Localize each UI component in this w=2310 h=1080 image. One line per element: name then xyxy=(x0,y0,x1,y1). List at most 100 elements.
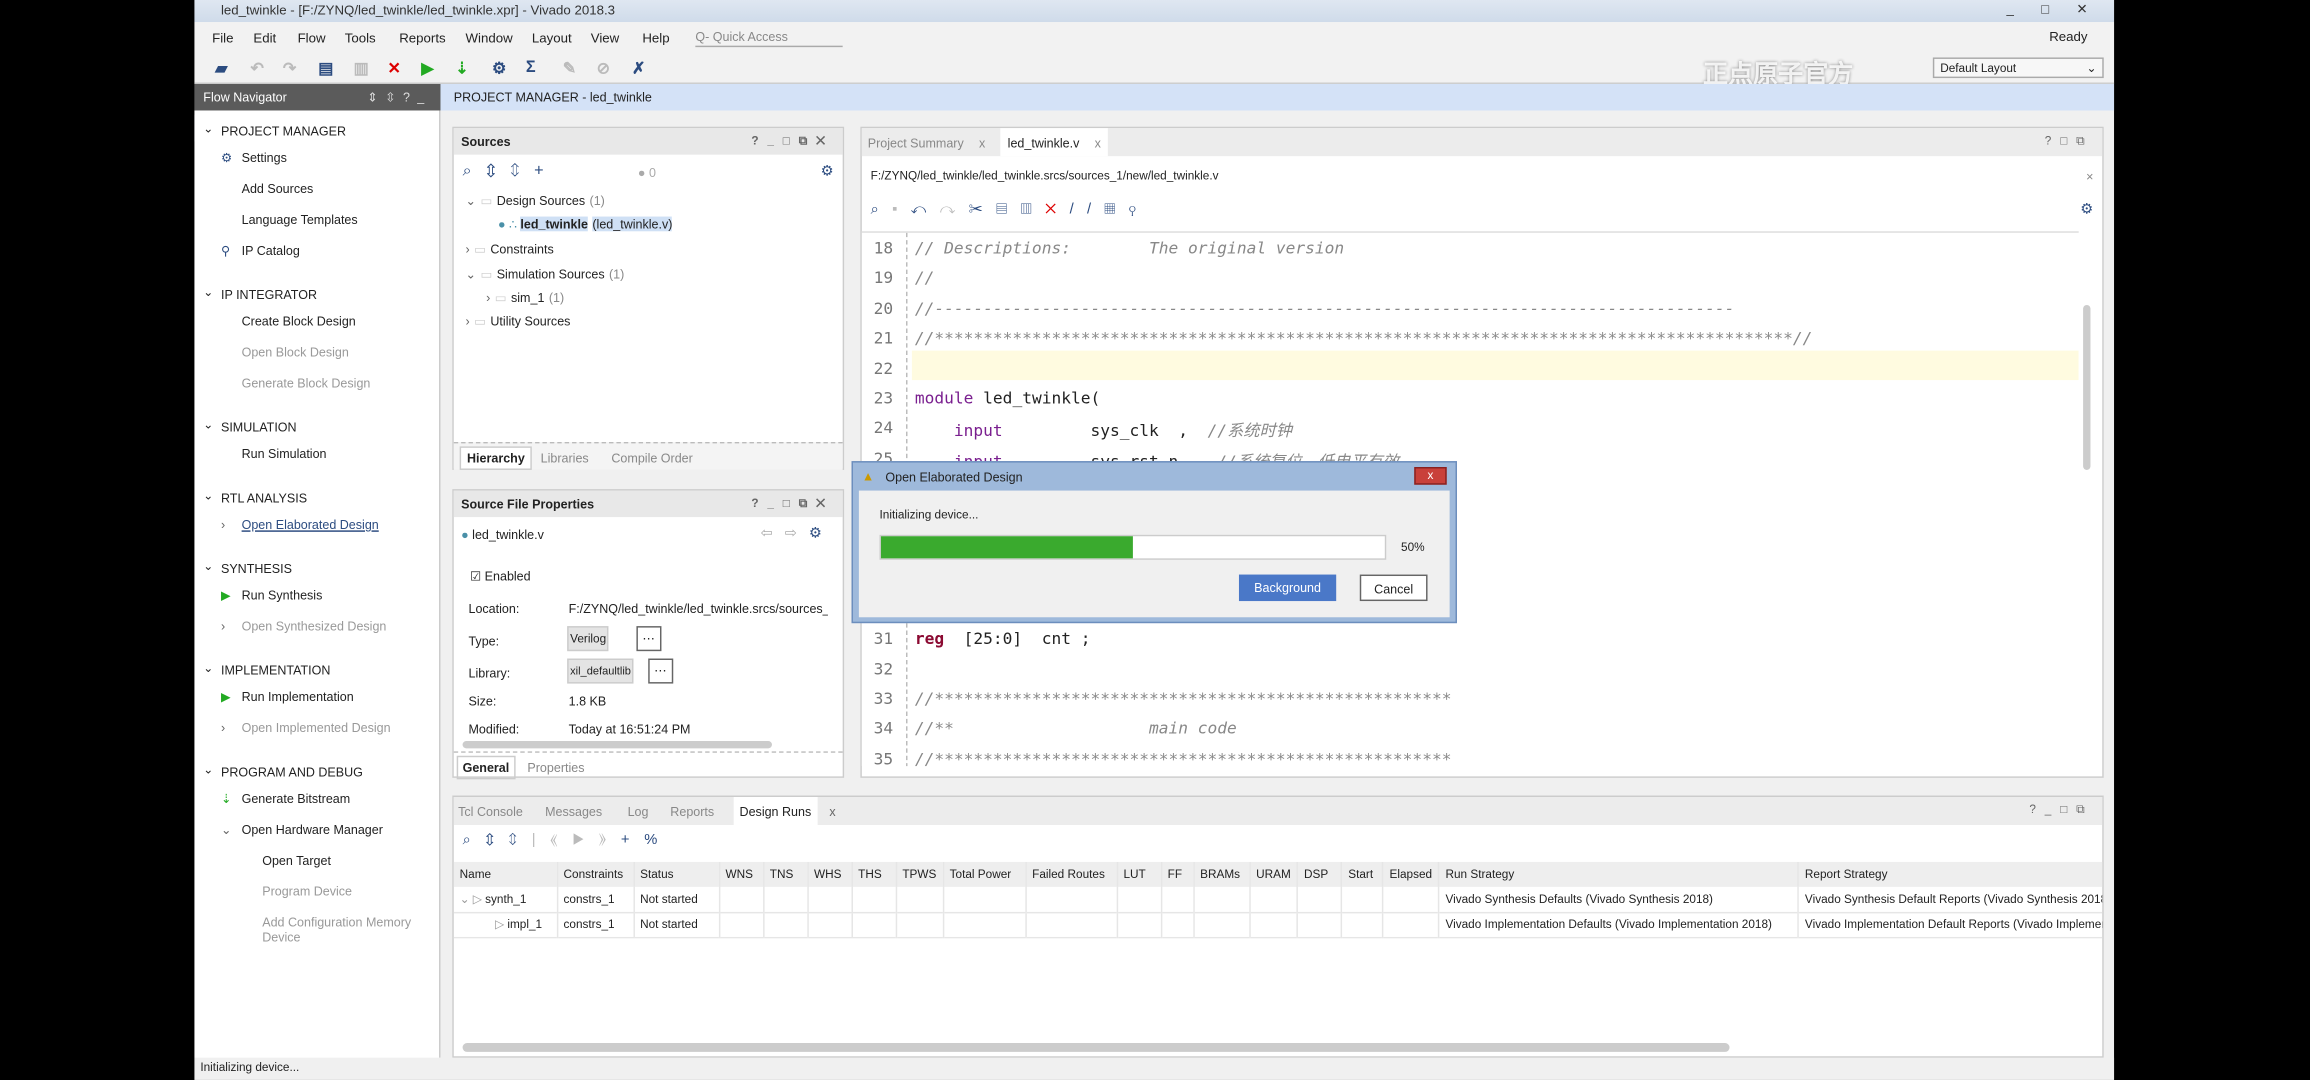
nav-item-generate-block-design[interactable]: Generate Block Design xyxy=(242,376,371,391)
library-more-button[interactable]: ⋯ xyxy=(648,658,673,684)
panel-controls[interactable]: ?_□⧉✕ xyxy=(751,134,833,149)
column-header[interactable]: Status xyxy=(633,861,720,887)
close-icon[interactable]: x xyxy=(1095,136,1101,151)
column-header[interactable]: Name xyxy=(453,861,558,887)
menu-help[interactable]: Help xyxy=(642,31,669,46)
copy-icon[interactable]: ▤ xyxy=(318,59,333,78)
menu-view[interactable]: View xyxy=(591,31,620,46)
nav-item-language-templates[interactable]: Language Templates xyxy=(242,212,358,227)
horizontal-scrollbar[interactable] xyxy=(462,741,772,749)
nav-item-open-hardware-manager[interactable]: Open Hardware Manager xyxy=(242,822,383,837)
table-row[interactable]: ▷ impl_1 constrs_1 Not started Vivado Imple… xyxy=(453,911,2103,937)
section-project-manager[interactable]: PROJECT MANAGER xyxy=(221,124,346,139)
column-header[interactable]: URAM xyxy=(1249,861,1299,887)
nav-item-run-simulation[interactable]: Run Simulation xyxy=(242,446,327,461)
tab-hierarchy[interactable]: Hierarchy xyxy=(459,446,533,470)
section-implementation[interactable]: IMPLEMENTATION xyxy=(221,663,330,678)
run-icon[interactable]: ▶ xyxy=(421,59,433,78)
chevron-down-icon[interactable]: ⌄ xyxy=(466,267,476,282)
sources-toolbar[interactable]: ⌕⇳⇕+ xyxy=(463,162,559,181)
tab-general[interactable]: General xyxy=(456,755,516,780)
background-button[interactable]: Background xyxy=(1238,574,1337,602)
open-project-icon[interactable]: ▰ xyxy=(215,59,227,78)
chevron-right-icon[interactable]: › xyxy=(466,242,470,257)
column-header[interactable]: THS xyxy=(851,861,897,887)
panel-controls[interactable]: ?_□⧉✕ xyxy=(751,496,833,511)
paste-icon[interactable]: ▥ xyxy=(354,59,369,78)
tool-icon[interactable]: ✎ xyxy=(563,59,577,78)
tree-item-led_twinkle[interactable]: ● ∴ led_twinkle (led_twinkle.v) xyxy=(498,216,673,233)
nav-item-open-target[interactable]: Open Target xyxy=(262,853,331,868)
section-program-and-debug[interactable]: PROGRAM AND DEBUG xyxy=(221,765,363,780)
bitstream-icon[interactable]: ⇣ xyxy=(455,59,469,78)
undo-icon[interactable]: ↶ xyxy=(250,59,264,78)
runs-toolbar[interactable]: ⌕⇳⇕|⟪▶⟫+% xyxy=(463,832,672,848)
tab-libraries[interactable]: Libraries xyxy=(541,451,589,466)
editor-toolbar[interactable]: ⌕▪↶↷✂▤▥✕//▦⚲ xyxy=(871,202,1150,218)
tab-led-twinkle-v[interactable]: led_twinkle.v x xyxy=(1000,128,1109,157)
gear-icon[interactable]: ⚙ xyxy=(821,164,834,180)
delete-icon[interactable]: ✕ xyxy=(387,59,401,78)
nav-item-open-block-design[interactable]: Open Block Design xyxy=(242,345,349,360)
column-header[interactable]: WNS xyxy=(718,861,764,887)
nav-item-open-implemented-design[interactable]: Open Implemented Design xyxy=(242,720,391,735)
tree-item-utility-sources[interactable]: › ▭ Utility Sources xyxy=(466,314,575,330)
column-header[interactable]: LUT xyxy=(1116,861,1162,887)
section-ip-integrator[interactable]: IP INTEGRATOR xyxy=(221,287,317,302)
tab-properties[interactable]: Properties xyxy=(527,760,584,775)
chevron-down-icon[interactable]: ⌄ xyxy=(203,418,213,431)
panel-controls[interactable]: ?_□⧉ xyxy=(2029,803,2093,818)
tree-item-simulation-sources[interactable]: ⌄ ▭ Simulation Sources (1) xyxy=(466,267,625,283)
tree-item-sim_1[interactable]: › ▭ sim_1 (1) xyxy=(486,290,564,306)
tab-tcl-console[interactable]: Tcl Console xyxy=(458,804,523,819)
chevron-down-icon[interactable]: ⌄ xyxy=(203,286,213,299)
table-row[interactable]: ⌄ ▷ synth_1 constrs_1 Not started Vivado Sy… xyxy=(453,886,2103,912)
column-header[interactable]: BRAMs xyxy=(1193,861,1251,887)
window-controls[interactable]: _ □ ✕ xyxy=(2007,1,2100,17)
column-header[interactable]: WHS xyxy=(807,861,853,887)
chevron-down-icon[interactable]: ⌄ xyxy=(203,661,213,674)
nav-item-run-synthesis[interactable]: Run Synthesis xyxy=(242,588,323,603)
chevron-down-icon[interactable]: ⌄ xyxy=(203,763,213,776)
nav-item-open-elaborated-design[interactable]: Open Elaborated Design xyxy=(242,517,379,532)
column-header[interactable]: Run Strategy xyxy=(1438,861,1800,887)
layout-select[interactable]: Default Layout ⌄ xyxy=(1932,57,2104,79)
settings-icon[interactable]: ⚙ xyxy=(492,59,507,78)
nav-item-add-sources[interactable]: Add Sources xyxy=(242,181,314,196)
panel-controls[interactable]: ?□⧉ xyxy=(2045,134,2094,149)
column-header[interactable]: TNS xyxy=(763,861,809,887)
column-header[interactable]: Start xyxy=(1341,861,1384,887)
close-icon[interactable]: × xyxy=(2086,169,2093,184)
column-header[interactable]: Elapsed xyxy=(1382,861,1440,887)
nav-item-settings[interactable]: Settings xyxy=(242,150,287,165)
enabled-checkbox[interactable]: ☑ Enabled xyxy=(470,569,531,585)
menu-window[interactable]: Window xyxy=(466,31,513,46)
nav-item-create-block-design[interactable]: Create Block Design xyxy=(242,314,356,329)
column-header[interactable]: FF xyxy=(1161,861,1195,887)
column-header[interactable]: Constraints xyxy=(556,861,635,887)
gear-icon[interactable]: ⚙ xyxy=(809,526,834,542)
menu-flow[interactable]: Flow xyxy=(298,31,326,46)
nav-item-program-device[interactable]: Program Device xyxy=(262,884,352,899)
tree-item-design-sources[interactable]: ⌄ ▭ Design Sources (1) xyxy=(466,193,605,209)
nav-arrows[interactable]: ⇦⇨⚙ xyxy=(761,526,834,542)
horizontal-scrollbar[interactable] xyxy=(462,1043,1730,1052)
nav-item-run-implementation[interactable]: Run Implementation xyxy=(242,689,354,704)
chevron-right-icon[interactable]: › xyxy=(466,314,470,329)
section-rtl-analysis[interactable]: RTL ANALYSIS xyxy=(221,491,307,506)
gear-icon[interactable]: ⚙ xyxy=(2080,202,2093,218)
expand-icon[interactable]: ⌄ ▷ xyxy=(460,892,486,905)
section-simulation[interactable]: SIMULATION xyxy=(221,420,297,435)
close-icon[interactable]: x xyxy=(829,804,835,819)
column-header[interactable]: Report Strategy xyxy=(1798,861,2103,887)
flow-navigator-controls[interactable]: ⇕⇳?_ xyxy=(367,90,431,106)
tab-compile-order[interactable]: Compile Order xyxy=(611,451,692,466)
tab-project-summary[interactable]: Project Summary x xyxy=(868,136,986,151)
sigma-icon[interactable]: Σ xyxy=(526,59,536,77)
nav-item-add-configuration-memory-device[interactable]: Add Configuration Memory Device xyxy=(262,915,439,944)
menu-tools[interactable]: Tools xyxy=(345,31,376,46)
column-header[interactable]: TPWS xyxy=(895,861,944,887)
redo-icon[interactable]: ↷ xyxy=(283,59,297,78)
menu-layout[interactable]: Layout xyxy=(532,31,572,46)
tab-design-runs[interactable]: Design Runs xyxy=(733,797,818,825)
